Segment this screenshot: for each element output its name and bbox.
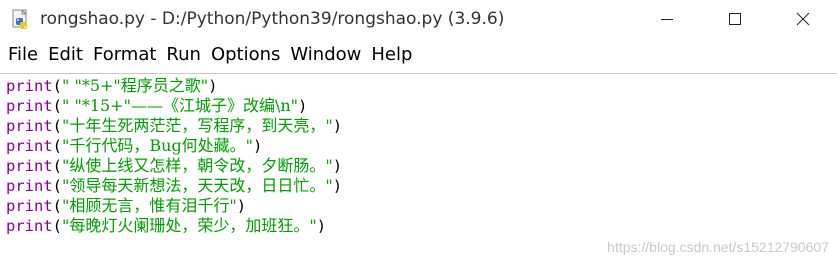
code-line[interactable]: print("相顾无言，惟有泪千行") [6, 196, 342, 216]
close-paren: ) [253, 137, 263, 155]
python-file-icon [10, 9, 32, 31]
menu-format[interactable]: Format [88, 40, 161, 70]
string-literal: "每晚灯火阑珊处，荣少，加班狂。" [62, 216, 317, 235]
code-editor[interactable]: print(" "*5+"程序员之歌") print(" "*15+"——《江城… [0, 73, 837, 261]
string-literal: "相顾无言，惟有泪千行" [62, 196, 237, 215]
keyword-print: print [6, 177, 53, 195]
menu-run[interactable]: Run [161, 40, 206, 70]
open-paren: ( [52, 77, 63, 95]
open-paren: ( [52, 157, 63, 175]
keyword-print: print [6, 117, 53, 135]
keyword-print: print [6, 197, 53, 215]
close-paren: ) [236, 197, 247, 215]
menu-options[interactable]: Options [206, 40, 285, 70]
code-line[interactable]: print(" "*5+"程序员之歌") [6, 76, 342, 96]
open-paren: ( [52, 137, 63, 155]
close-paren: ) [208, 77, 218, 95]
string-literal: " "*5+"程序员之歌" [62, 76, 209, 95]
open-paren: ( [52, 117, 63, 135]
keyword-print: print [6, 157, 53, 175]
close-paren: ) [316, 217, 327, 235]
menu-edit[interactable]: Edit [43, 40, 88, 70]
code-line[interactable]: print("十年生死两茫茫，写程序，到天亮，") [6, 116, 342, 136]
close-icon [796, 12, 810, 26]
code-line[interactable]: print(" "*15+"——《江城子》改编\n") [6, 96, 342, 116]
minimize-button[interactable] [633, 0, 701, 38]
string-literal: "十年生死两茫茫，写程序，到天亮，" [62, 116, 333, 135]
menu-window[interactable]: Window [285, 40, 366, 70]
close-paren: ) [332, 157, 343, 175]
open-paren: ( [52, 97, 63, 115]
menu-help[interactable]: Help [366, 40, 417, 70]
open-paren: ( [52, 177, 63, 195]
title-bar[interactable]: rongshao.py - D:/Python/Python39/rongsha… [0, 0, 837, 38]
code-line[interactable]: print("千行代码，Bug何处藏。") [6, 136, 342, 156]
maximize-button[interactable] [701, 0, 769, 38]
window-title: rongshao.py - D:/Python/Python39/rongsha… [40, 9, 505, 29]
open-paren: ( [52, 217, 63, 235]
close-paren: ) [298, 97, 308, 115]
string-literal: "纵使上线又怎样，朝令改，夕断肠。" [62, 156, 333, 175]
maximize-icon [728, 12, 742, 26]
code-line[interactable]: print("每晚灯火阑珊处，荣少，加班狂。") [6, 216, 342, 236]
window-controls [633, 0, 837, 38]
minimize-icon [660, 12, 674, 26]
keyword-print: print [6, 217, 53, 235]
code-line[interactable]: print("纵使上线又怎样，朝令改，夕断肠。") [6, 156, 342, 176]
keyword-print: print [6, 137, 53, 155]
close-paren: ) [332, 177, 343, 195]
open-paren: ( [52, 197, 63, 215]
code-lines: print(" "*5+"程序员之歌") print(" "*15+"——《江城… [6, 76, 342, 236]
string-literal: " "*15+"——《江城子》改编\n" [62, 96, 299, 115]
code-line[interactable]: print("领导每天新想法，天天改，日日忙。") [6, 176, 342, 196]
keyword-print: print [6, 97, 53, 115]
watermark: https://blog.csdn.net/s15212790607 [607, 239, 829, 255]
idle-editor-window: rongshao.py - D:/Python/Python39/rongsha… [0, 0, 837, 261]
string-literal: "领导每天新想法，天天改，日日忙。" [62, 176, 333, 195]
close-button[interactable] [769, 0, 837, 38]
keyword-print: print [6, 77, 53, 95]
string-literal: "千行代码，Bug何处藏。" [62, 136, 254, 155]
menu-file[interactable]: File [2, 40, 43, 70]
menu-bar: File Edit Format Run Options Window Help [0, 38, 837, 72]
close-paren: ) [332, 117, 343, 135]
